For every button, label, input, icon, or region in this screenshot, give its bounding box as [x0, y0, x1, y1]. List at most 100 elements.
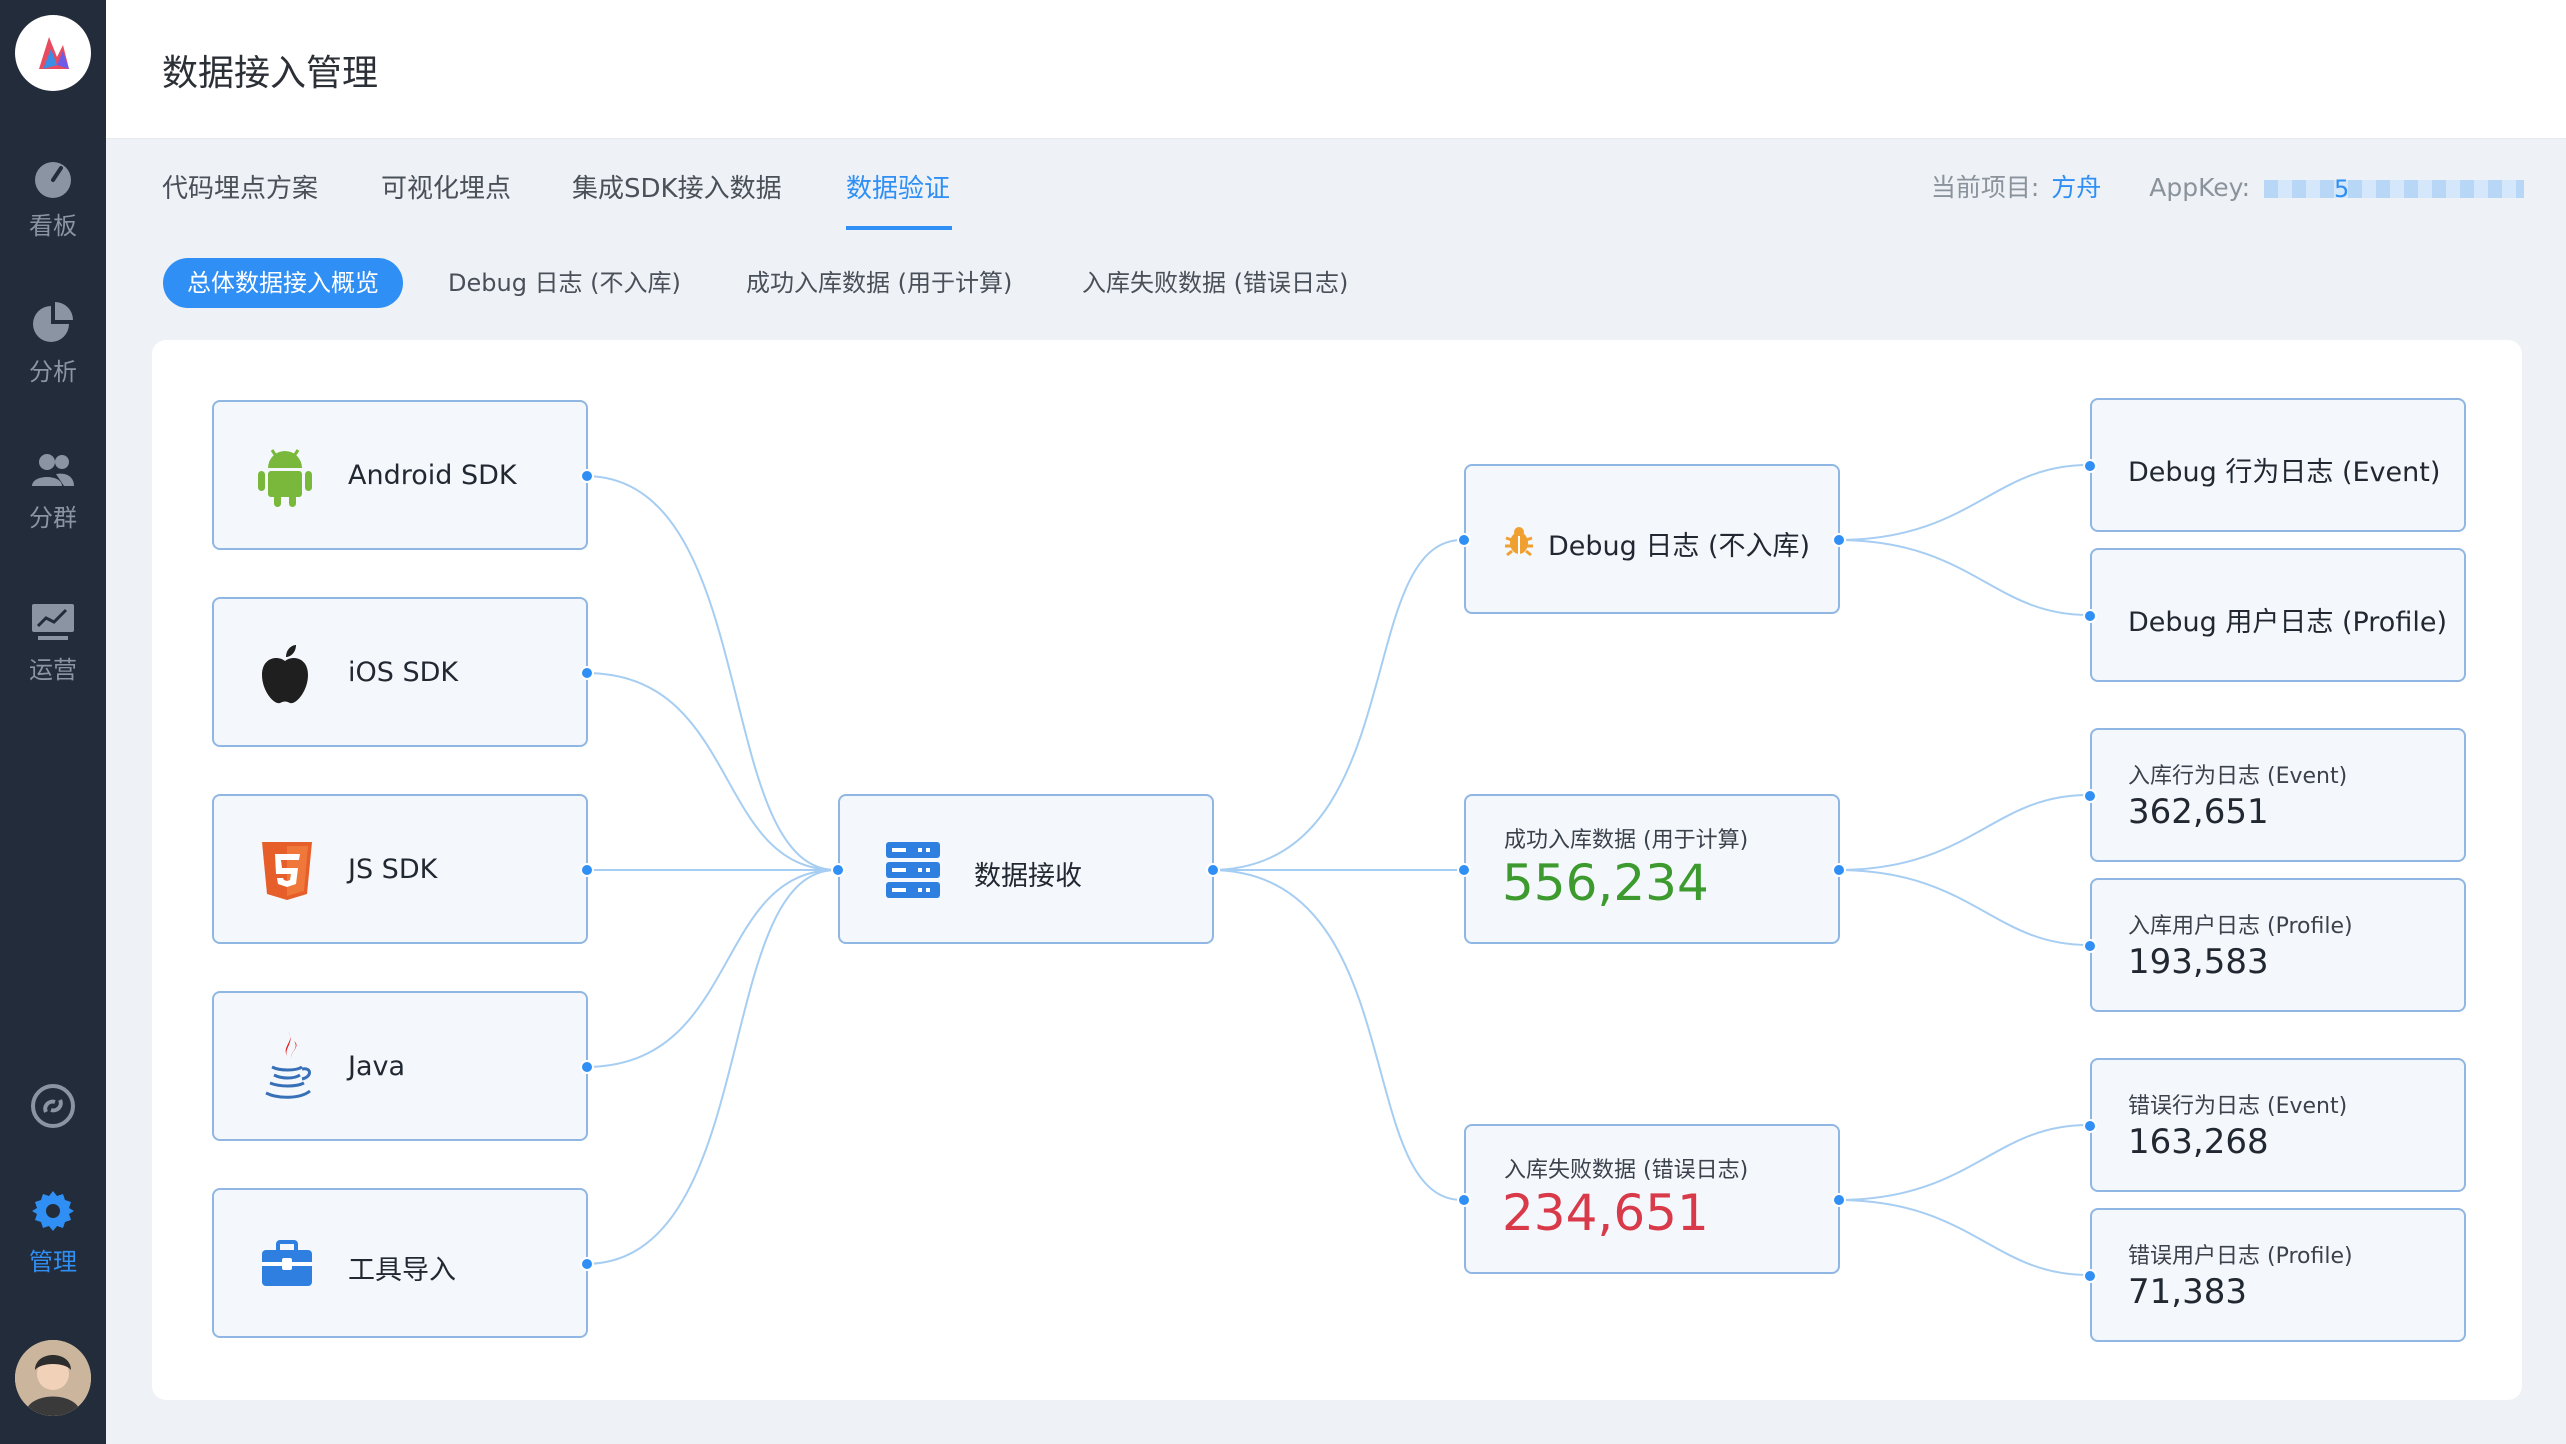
source-label: JS SDK — [348, 854, 438, 885]
apple-icon — [262, 645, 308, 704]
success-count: 556,234 — [1502, 854, 1709, 912]
detail-debug-profile[interactable]: Debug 用户日志 (Profile) — [2083, 548, 2466, 682]
source-android-sdk[interactable]: Android SDK — [212, 400, 594, 550]
data-receive-node[interactable]: 数据接收 — [831, 794, 1220, 944]
source-label: iOS SDK — [348, 657, 459, 688]
monitor-chart-icon — [32, 604, 74, 640]
page-header: 数据接入管理 — [106, 0, 2566, 139]
sidebar-item-label: 分析 — [29, 358, 77, 386]
tab-data-validation[interactable]: 数据验证 — [846, 168, 950, 205]
tab-sdk-integration[interactable]: 集成SDK接入数据 — [572, 168, 782, 205]
detail-ok-event[interactable]: 入库行为日志 (Event) 362,651 — [2083, 728, 2466, 862]
output-failed-data[interactable]: 入库失败数据 (错误日志) 234,651 — [1457, 1124, 1846, 1274]
connector-dot — [1832, 1193, 1846, 1207]
sidebar-item-segment[interactable]: 分群 — [0, 450, 106, 533]
link-help-icon[interactable] — [29, 1082, 77, 1130]
connector-dot — [1457, 1193, 1471, 1207]
failure-count: 234,651 — [1502, 1184, 1709, 1242]
connector-dot — [1457, 533, 1471, 547]
connector-dot — [580, 469, 594, 483]
appkey-label: AppKey: — [2149, 173, 2251, 202]
sidebar-item-dashboard[interactable]: 看板 — [0, 158, 106, 241]
connector-dot — [2083, 939, 2097, 953]
detail-label: 入库行为日志 (Event) — [2128, 764, 2348, 789]
project-name[interactable]: 方舟 — [2051, 173, 2101, 202]
sidebar-item-label: 管理 — [29, 1248, 77, 1276]
java-icon — [265, 1031, 311, 1099]
detail-label: Debug 用户日志 (Profile) — [2128, 607, 2447, 638]
connector-dot — [2083, 789, 2097, 803]
sidebar-item-label: 运营 — [29, 656, 77, 684]
sidebar: 看板 分析 分群 运营 管理 — [0, 0, 106, 1444]
connector-dot — [580, 1257, 594, 1271]
connector-dot — [1832, 533, 1846, 547]
detail-ok-profile[interactable]: 入库用户日志 (Profile) 193,583 — [2083, 878, 2466, 1012]
sidebar-item-manage[interactable]: 管理 — [0, 1188, 106, 1277]
source-java[interactable]: Java — [212, 991, 594, 1141]
output-label: 成功入库数据 (用于计算) — [1504, 828, 1749, 853]
detail-debug-event[interactable]: Debug 行为日志 (Event) — [2083, 398, 2466, 532]
detail-label: 入库用户日志 (Profile) — [2128, 914, 2353, 939]
detail-label: Debug 行为日志 (Event) — [2128, 457, 2441, 488]
output-success-data[interactable]: 成功入库数据 (用于计算) 556,234 — [1457, 794, 1846, 944]
sidebar-item-analysis[interactable]: 分析 — [0, 300, 106, 387]
tab-code-tracking[interactable]: 代码埋点方案 — [162, 168, 318, 205]
output-label: Debug 日志 (不入库) — [1548, 531, 1811, 562]
source-label: Android SDK — [348, 460, 517, 491]
project-info: 当前项目: 方舟 AppKey: 5 — [1931, 168, 2524, 204]
detail-value: 193,583 — [2128, 942, 2269, 982]
detail-err-event[interactable]: 错误行为日志 (Event) 163,268 — [2083, 1058, 2466, 1192]
source-ios-sdk[interactable]: iOS SDK — [212, 597, 594, 747]
connector-dot — [2083, 609, 2097, 623]
subtab-overview[interactable]: 总体数据接入概览 — [163, 258, 403, 308]
connector-dot — [2083, 1119, 2097, 1133]
users-icon — [32, 454, 74, 486]
source-js-sdk[interactable]: JS SDK — [212, 794, 594, 944]
source-tool-import[interactable]: 工具导入 — [212, 1188, 594, 1338]
avatar[interactable] — [15, 1340, 91, 1416]
appkey-visible-char: 5 — [2334, 175, 2350, 203]
detail-err-profile[interactable]: 错误用户日志 (Profile) 71,383 — [2083, 1208, 2466, 1342]
sidebar-item-label: 分群 — [29, 504, 77, 532]
connector-dot — [1832, 863, 1846, 877]
connector-dot — [831, 863, 845, 877]
project-label: 当前项目: — [1930, 173, 2040, 202]
subtab-debug-log[interactable]: Debug 日志 (不入库) — [448, 258, 681, 308]
pie-chart-icon — [33, 302, 73, 342]
app-logo[interactable] — [15, 15, 91, 91]
page-title: 数据接入管理 — [162, 53, 379, 94]
toolbox-icon — [262, 1240, 312, 1286]
center-label: 数据接收 — [974, 861, 1082, 892]
connector-dot — [580, 1060, 594, 1074]
logo-icon — [39, 37, 69, 69]
gauge-icon — [35, 162, 71, 198]
connector-dot — [2083, 1269, 2097, 1283]
html5-icon — [262, 842, 312, 900]
output-label: 入库失败数据 (错误日志) — [1504, 1158, 1749, 1183]
active-tab-indicator — [846, 226, 952, 230]
detail-value: 71,383 — [2128, 1272, 2247, 1312]
connector-dot — [580, 863, 594, 877]
sidebar-item-label: 看板 — [29, 212, 77, 240]
detail-value: 163,268 — [2128, 1122, 2269, 1162]
source-label: 工具导入 — [348, 1255, 456, 1286]
subtab-success-data[interactable]: 成功入库数据 (用于计算) — [746, 258, 1012, 308]
server-icon — [886, 842, 940, 898]
tab-visual-tracking[interactable]: 可视化埋点 — [381, 168, 511, 205]
connector-dot — [2083, 459, 2097, 473]
bug-icon — [1505, 527, 1533, 557]
connector-dot — [1457, 863, 1471, 877]
android-icon — [258, 449, 312, 507]
source-label: Java — [348, 1051, 406, 1082]
user-avatar-icon — [15, 1340, 91, 1416]
detail-value: 362,651 — [2128, 792, 2269, 832]
detail-label: 错误行为日志 (Event) — [2128, 1094, 2348, 1119]
output-debug-log[interactable]: Debug 日志 (不入库) — [1457, 464, 1846, 614]
connector-dot — [1206, 863, 1220, 877]
data-flow-panel: Android SDK iOS SDK JS SDK Java 工具导入 数据接… — [152, 340, 2522, 1400]
subtab-failed-data[interactable]: 入库失败数据 (错误日志) — [1082, 258, 1348, 308]
appkey-value-masked: 5 — [2264, 175, 2524, 203]
connector-dot — [580, 666, 594, 680]
sidebar-item-operation[interactable]: 运营 — [0, 602, 106, 685]
detail-label: 错误用户日志 (Profile) — [2128, 1244, 2353, 1269]
